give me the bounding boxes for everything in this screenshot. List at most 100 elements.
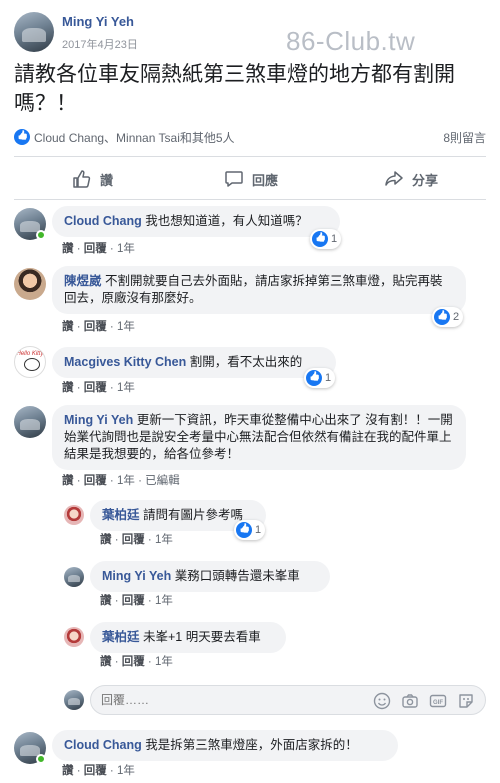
reply-like-link[interactable]: 讚 bbox=[100, 534, 112, 546]
post-date[interactable]: 2017年4月23日 bbox=[62, 36, 138, 52]
comment-actions: 讚 · 回覆 · 1年 bbox=[62, 321, 135, 333]
like-icon bbox=[73, 170, 91, 188]
replier-avatar[interactable] bbox=[64, 505, 84, 525]
reaction-count-value: 1 bbox=[331, 233, 338, 245]
camera-icon[interactable] bbox=[401, 692, 419, 710]
comment-button[interactable]: 回應 bbox=[224, 158, 278, 200]
comment-reply-link[interactable]: 回覆 bbox=[84, 321, 107, 333]
online-indicator bbox=[36, 754, 46, 764]
comment-bubble: Cloud Chang 我是拆第三煞車燈座，外面店家拆的！ bbox=[52, 730, 398, 761]
reply-like-link[interactable]: 讚 bbox=[100, 656, 112, 668]
comment-reply-link[interactable]: 回覆 bbox=[84, 475, 107, 487]
svg-text:GIF: GIF bbox=[433, 700, 443, 706]
comment-actions: 讚 · 回覆 · 1年 bbox=[62, 243, 135, 255]
reaction-count-value: 1 bbox=[325, 372, 332, 384]
comment-button-label: 回應 bbox=[252, 172, 279, 188]
action-bar: 讚 回應 分享 bbox=[14, 158, 486, 200]
commenter-name[interactable]: Ming Yi Yeh bbox=[64, 413, 133, 427]
comment-like-link[interactable]: 讚 bbox=[62, 382, 74, 394]
comment-time[interactable]: 1年 bbox=[117, 765, 135, 777]
reaction-count[interactable]: 1 bbox=[304, 368, 336, 388]
reply-actions: 讚 · 回覆 · 1年 bbox=[100, 534, 173, 546]
post-author-name[interactable]: Ming Yi Yeh bbox=[62, 14, 134, 29]
comment-like-link[interactable]: 讚 bbox=[62, 243, 74, 255]
reply-input[interactable] bbox=[101, 691, 351, 709]
reply-time[interactable]: 1年 bbox=[155, 656, 173, 668]
comment-reply-link[interactable]: 回覆 bbox=[84, 243, 107, 255]
comment-time[interactable]: 1年 bbox=[117, 243, 135, 255]
share-button-label: 分享 bbox=[412, 172, 439, 188]
online-indicator bbox=[36, 230, 46, 240]
like-reaction-icon bbox=[236, 522, 252, 538]
author-avatar[interactable] bbox=[14, 12, 54, 52]
replier-avatar[interactable] bbox=[64, 567, 84, 587]
divider bbox=[14, 156, 486, 157]
commenter-name[interactable]: Macgives Kitty Chen bbox=[64, 355, 186, 369]
replier-name[interactable]: Ming Yi Yeh bbox=[102, 569, 171, 583]
reaction-count-value: 1 bbox=[255, 524, 262, 536]
commenter-name[interactable]: Cloud Chang bbox=[64, 214, 142, 228]
reactions-summary[interactable]: Cloud Chang、Minnan Tsai和其他5人 8則留言 bbox=[14, 127, 486, 147]
reply-text: 未峯+1 明天要去看車 bbox=[143, 630, 261, 644]
reply-composer[interactable]: GIF bbox=[90, 685, 486, 715]
comment-reply-link[interactable]: 回覆 bbox=[84, 382, 107, 394]
replier-name[interactable]: 葉柏廷 bbox=[102, 630, 140, 644]
commenter-avatar[interactable] bbox=[14, 346, 46, 378]
comment-text: 我也想知道道，有人知道嗎？ bbox=[145, 214, 308, 228]
comment-text: 割開，看不太出來的 bbox=[189, 355, 303, 369]
share-icon bbox=[385, 171, 403, 186]
current-user-avatar bbox=[64, 690, 84, 710]
like-reaction-icon bbox=[14, 129, 30, 145]
reply-actions: 讚 · 回覆 · 1年 bbox=[100, 595, 173, 607]
comment-actions: 讚 · 回覆 · 1年 bbox=[62, 382, 135, 394]
reply-reply-link[interactable]: 回覆 bbox=[122, 534, 145, 546]
reply-time[interactable]: 1年 bbox=[155, 534, 173, 546]
comment-text: 不割開就要自己去外面貼，請店家拆掉第三煞車燈，貼完再裝回去，原廠沒有那麼好。 bbox=[64, 274, 443, 305]
reply-bubble: Ming Yi Yeh 業務口頭轉告還未峯車 bbox=[90, 561, 330, 592]
reaction-count-value: 2 bbox=[453, 311, 460, 323]
like-button[interactable]: 讚 bbox=[72, 158, 113, 200]
like-reaction-icon bbox=[434, 309, 450, 325]
commenter-name[interactable]: Cloud Chang bbox=[64, 738, 142, 752]
post-text: 請教各位車友隔熱紙第三煞車燈的地方都有割開嗎？！ bbox=[14, 63, 455, 115]
comment-bubble: Macgives Kitty Chen 割開，看不太出來的 bbox=[52, 347, 336, 378]
comment-bubble: 陳煜崴 不割開就要自己去外面貼，請店家拆掉第三煞車燈，貼完再裝回去，原廠沒有那麼… bbox=[52, 266, 466, 314]
comment-like-link[interactable]: 讚 bbox=[62, 475, 74, 487]
comment-actions: 讚 · 回覆 · 1年 bbox=[62, 765, 135, 777]
reply-reply-link[interactable]: 回覆 bbox=[122, 656, 145, 668]
divider bbox=[14, 199, 486, 200]
comment-like-link[interactable]: 讚 bbox=[62, 765, 74, 777]
comment-like-link[interactable]: 讚 bbox=[62, 321, 74, 333]
comment-time[interactable]: 1年 bbox=[117, 382, 135, 394]
comment-time[interactable]: 1年 bbox=[117, 321, 135, 333]
replier-avatar[interactable] bbox=[64, 627, 84, 647]
reaction-count[interactable]: 1 bbox=[310, 229, 342, 249]
reply-like-link[interactable]: 讚 bbox=[100, 595, 112, 607]
comment-time[interactable]: 1年 bbox=[117, 475, 135, 487]
reply-reply-link[interactable]: 回覆 bbox=[122, 595, 145, 607]
reactors-list[interactable]: Cloud Chang、Minnan Tsai和其他5人 bbox=[34, 129, 235, 146]
commenter-avatar[interactable] bbox=[14, 406, 46, 438]
reply-actions: 讚 · 回覆 · 1年 bbox=[100, 656, 173, 668]
comment-icon bbox=[225, 171, 243, 187]
emoji-icon[interactable] bbox=[373, 692, 391, 710]
sticker-icon[interactable] bbox=[457, 692, 475, 710]
comment-bubble: Ming Yi Yeh 更新一下資訊，昨天車從整備中心出來了 沒有割！！一開始業… bbox=[52, 405, 466, 470]
comment-bubble: Cloud Chang 我也想知道道，有人知道嗎？ bbox=[52, 206, 340, 237]
replier-name[interactable]: 葉柏廷 bbox=[102, 508, 140, 522]
share-button[interactable]: 分享 bbox=[384, 158, 438, 200]
reply-text: 業務口頭轉告還未峯車 bbox=[174, 569, 300, 583]
like-button-label: 讚 bbox=[100, 172, 114, 188]
reaction-count[interactable]: 2 bbox=[432, 307, 464, 327]
reply-time[interactable]: 1年 bbox=[155, 595, 173, 607]
comment-reply-link[interactable]: 回覆 bbox=[84, 765, 107, 777]
comment-count[interactable]: 8則留言 bbox=[443, 129, 486, 146]
edited-label[interactable]: 已編輯 bbox=[145, 475, 180, 487]
like-reaction-icon bbox=[312, 231, 328, 247]
reaction-count[interactable]: 1 bbox=[234, 520, 266, 540]
commenter-name[interactable]: 陳煜崴 bbox=[64, 274, 102, 288]
commenter-avatar[interactable] bbox=[14, 268, 46, 300]
reply-bubble: 葉柏廷 未峯+1 明天要去看車 bbox=[90, 622, 286, 653]
gif-icon[interactable]: GIF bbox=[429, 692, 447, 710]
watermark: 86-Club.tw bbox=[286, 26, 416, 56]
